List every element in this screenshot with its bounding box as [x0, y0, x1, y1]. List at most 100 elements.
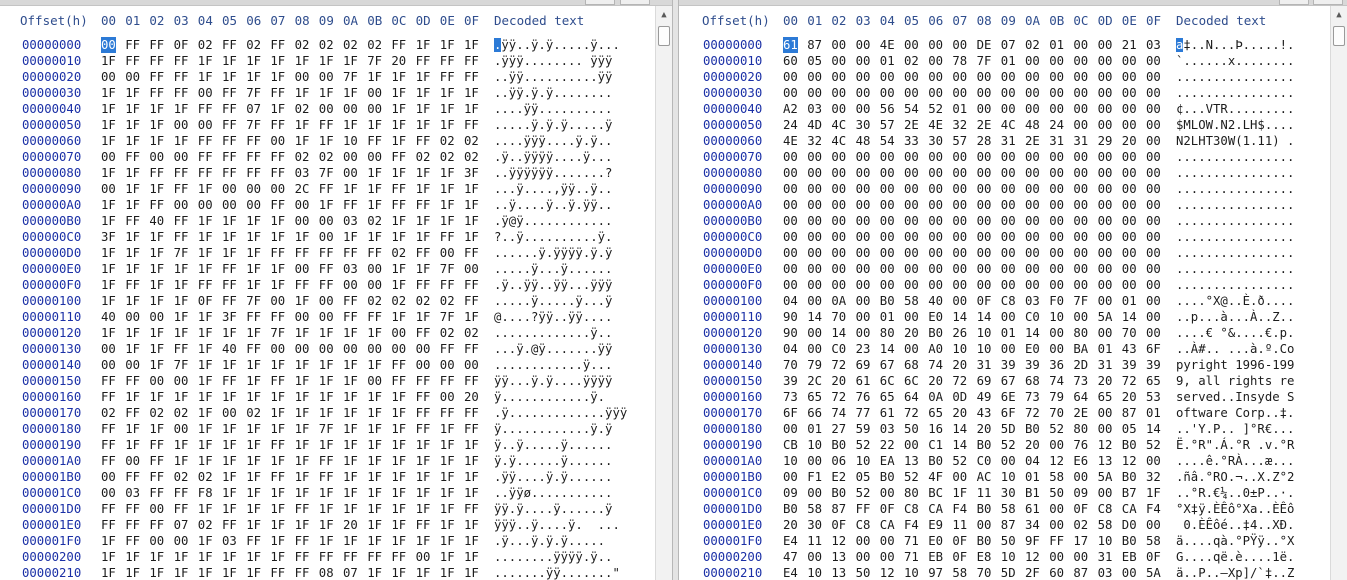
byte-cell[interactable]: 4C	[831, 133, 846, 149]
byte-cell[interactable]: 02	[174, 405, 189, 421]
byte-cell[interactable]: 12	[831, 533, 846, 549]
byte-cell[interactable]: 1F	[464, 437, 479, 453]
byte-cell[interactable]: FF	[416, 405, 431, 421]
byte-cell[interactable]: 1F	[198, 69, 213, 85]
decoded-text[interactable]: served..Insyde S	[1176, 389, 1294, 405]
byte-cell[interactable]: 1F	[464, 309, 479, 325]
byte-cell[interactable]: 02	[391, 245, 406, 261]
byte-cell[interactable]: FF	[125, 533, 140, 549]
byte-cell[interactable]: 00	[1001, 277, 1016, 293]
byte-cell[interactable]: 1F	[101, 53, 116, 69]
byte-cell[interactable]: C8	[1098, 501, 1113, 517]
byte-cell[interactable]: 1F	[246, 485, 261, 501]
byte-cell[interactable]: 66	[807, 405, 822, 421]
byte-cell[interactable]: 64	[1073, 389, 1088, 405]
decoded-text[interactable]: .......ÿÿ......."	[494, 565, 620, 580]
byte-cell[interactable]: FF	[101, 453, 116, 469]
byte-cell[interactable]: 0A	[831, 293, 846, 309]
byte-cell[interactable]: 1F	[222, 245, 237, 261]
decoded-text[interactable]: ....ÿÿÿ....ÿ.ÿ..	[494, 133, 612, 149]
byte-cell[interactable]: FF	[174, 69, 189, 85]
byte-cell[interactable]: 00	[1049, 229, 1064, 245]
byte-cell[interactable]: 02	[101, 405, 116, 421]
byte-cell[interactable]: 4D	[807, 117, 822, 133]
byte-cell[interactable]: 00	[856, 245, 871, 261]
byte-cell[interactable]: 00	[1098, 117, 1113, 133]
decoded-text[interactable]: ..ÿÿø...........	[494, 485, 612, 501]
byte-cell[interactable]: 1F	[295, 85, 310, 101]
byte-cell[interactable]: 1F	[295, 485, 310, 501]
byte-cell[interactable]: 02	[416, 149, 431, 165]
decoded-text[interactable]: ................	[1176, 149, 1294, 165]
byte-cell[interactable]: 2F	[1025, 565, 1040, 580]
byte-cell[interactable]: 00	[856, 53, 871, 69]
byte-cell[interactable]: 1F	[391, 421, 406, 437]
byte-cell[interactable]: 00	[319, 69, 334, 85]
byte-cell[interactable]: FF	[149, 517, 164, 533]
byte-cell[interactable]: 23	[856, 341, 871, 357]
decoded-text[interactable]: ..°R.€¼..0±P..·.	[1176, 485, 1294, 501]
byte-cell[interactable]: 00	[904, 261, 919, 277]
byte-cell[interactable]: 00	[1098, 181, 1113, 197]
byte-cell[interactable]: 1F	[391, 85, 406, 101]
byte-cell[interactable]: 1F	[464, 229, 479, 245]
byte-cell[interactable]: E4	[783, 565, 798, 580]
byte-cell[interactable]: 1F	[416, 437, 431, 453]
triangle-up-icon[interactable]: ▲	[656, 8, 672, 22]
byte-cell[interactable]: 00	[246, 181, 261, 197]
byte-cell[interactable]: 49	[977, 389, 992, 405]
byte-cell[interactable]: 1F	[270, 405, 285, 421]
byte-cell[interactable]: FF	[125, 405, 140, 421]
pane-splitter[interactable]	[672, 0, 679, 580]
byte-cell[interactable]: 00	[977, 149, 992, 165]
selected-byte-cell[interactable]: 00	[101, 37, 116, 53]
byte-cell[interactable]: 7F	[246, 117, 261, 133]
byte-cell[interactable]: 00	[904, 181, 919, 197]
byte-cell[interactable]: 00	[1146, 101, 1161, 117]
byte-cell[interactable]: 1F	[246, 69, 261, 85]
byte-cell[interactable]: 1F	[198, 437, 213, 453]
byte-cell[interactable]: 00	[856, 213, 871, 229]
byte-cell[interactable]: 1F	[125, 133, 140, 149]
byte-cell[interactable]: 00	[1073, 165, 1088, 181]
byte-cell[interactable]: 1F	[391, 565, 406, 580]
byte-cell[interactable]: FF	[125, 501, 140, 517]
byte-cell[interactable]: 1F	[295, 325, 310, 341]
byte-cell[interactable]: 72	[1122, 373, 1137, 389]
byte-cell[interactable]: C8	[904, 501, 919, 517]
byte-cell[interactable]: 64	[904, 389, 919, 405]
byte-cell[interactable]: 1F	[246, 421, 261, 437]
byte-cell[interactable]: 39	[1025, 357, 1040, 373]
byte-cell[interactable]: 1F	[149, 325, 164, 341]
byte-cell[interactable]: 1F	[319, 133, 334, 149]
byte-cell[interactable]: 00	[1025, 85, 1040, 101]
byte-cell[interactable]: 03	[222, 533, 237, 549]
byte-cell[interactable]: 00	[1001, 213, 1016, 229]
byte-cell[interactable]: 6F	[1001, 405, 1016, 421]
byte-cell[interactable]: 1F	[198, 229, 213, 245]
byte-cell[interactable]: 00	[952, 277, 967, 293]
byte-cell[interactable]: 1F	[440, 181, 455, 197]
byte-cell[interactable]: 50	[856, 565, 871, 580]
decoded-text[interactable]: `......x........	[1176, 53, 1294, 69]
byte-cell[interactable]: 78	[952, 53, 967, 69]
byte-cell[interactable]: FF	[222, 277, 237, 293]
byte-cell[interactable]: 1F	[319, 53, 334, 69]
byte-cell[interactable]: 1F	[440, 517, 455, 533]
byte-cell[interactable]: 00	[246, 197, 261, 213]
byte-cell[interactable]: 32	[952, 117, 967, 133]
byte-cell[interactable]: 1F	[1146, 485, 1161, 501]
byte-cell[interactable]: 1F	[222, 357, 237, 373]
byte-cell[interactable]: 00	[856, 85, 871, 101]
byte-cell[interactable]: 52	[904, 469, 919, 485]
byte-cell[interactable]: 7F	[367, 53, 382, 69]
byte-cell[interactable]: FF	[222, 261, 237, 277]
decoded-text[interactable]: oftware Corp..‡.	[1176, 405, 1294, 421]
decoded-text-first-row[interactable]: .ÿÿ..ÿ.ÿ.....ÿ...	[494, 37, 620, 53]
byte-cell[interactable]: 71	[904, 533, 919, 549]
byte-cell[interactable]: 00	[1146, 229, 1161, 245]
byte-cell[interactable]: 39	[783, 373, 798, 389]
byte-cell[interactable]: 6C	[904, 373, 919, 389]
byte-cell[interactable]: 00	[856, 37, 871, 53]
byte-cell[interactable]: 00	[1001, 341, 1016, 357]
